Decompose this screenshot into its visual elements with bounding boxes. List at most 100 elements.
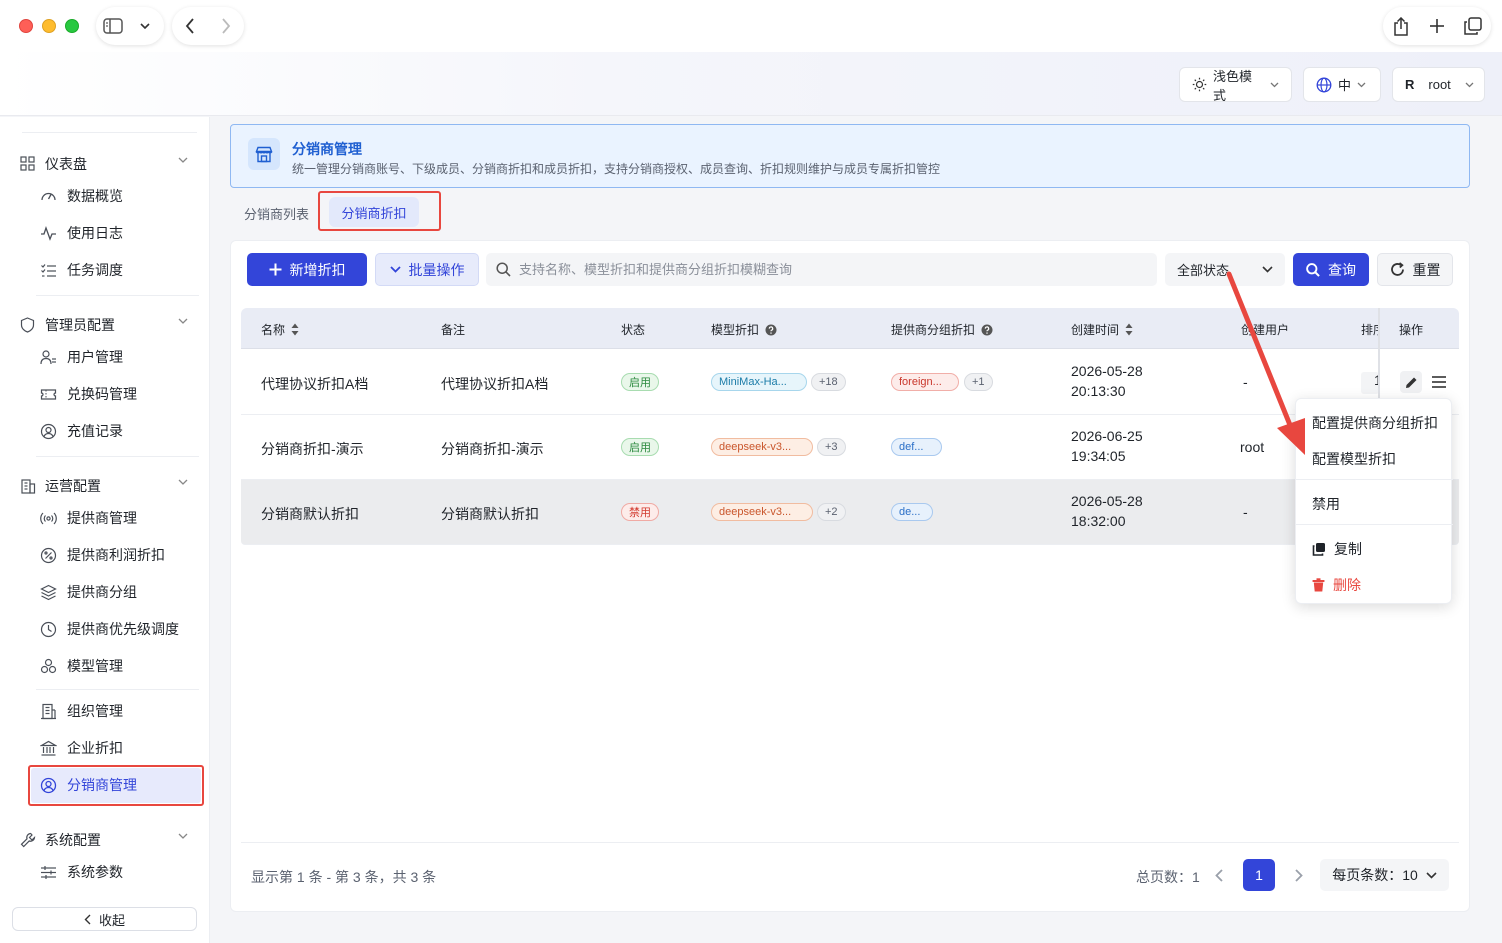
column-header-label: 名称 (261, 323, 286, 337)
sidebar-item-label: 使用日志 (67, 225, 123, 241)
chevron-down-icon (1270, 82, 1279, 88)
help-circle-icon[interactable] (981, 324, 993, 336)
sidebar-item-user-management[interactable]: 用户管理 (40, 345, 200, 369)
sidebar-toggle-icon[interactable] (96, 7, 130, 45)
sidebar-group-operations-config[interactable]: 运营配置 (20, 474, 192, 498)
sidebar-item-provider-profit-discount[interactable]: 提供商利润折扣 (40, 543, 200, 567)
close-window-button[interactable] (19, 19, 33, 33)
more-menu-icon[interactable] (1428, 371, 1450, 393)
grid-icon (20, 155, 37, 173)
window-actions-group (1383, 7, 1491, 45)
sidebar-item-provider-management[interactable]: 提供商管理 (40, 506, 200, 530)
add-discount-button[interactable]: 新增折扣 (247, 253, 367, 286)
plus-icon (269, 263, 282, 276)
forward-arrow-icon[interactable] (208, 7, 244, 45)
column-header-model-discount: 模型折扣 (711, 321, 777, 338)
reset-button[interactable]: 重置 (1377, 253, 1453, 286)
status-filter-select[interactable]: 全部状态 (1165, 253, 1285, 286)
row-created-date: 2026-06-25 (1071, 428, 1143, 444)
sidebar-item-organization-management[interactable]: 组织管理 (40, 699, 200, 723)
model-discount-tag[interactable]: deepseek-v3... (711, 438, 813, 456)
column-header-label: 创建用户 (1241, 323, 1290, 337)
column-header-name[interactable]: 名称 (261, 321, 299, 338)
menu-item-config-group-discount[interactable]: 配置提供商分组折扣 (1312, 413, 1438, 433)
sidebar-item-system-parameters[interactable]: 系统参数 (40, 860, 200, 884)
chevron-down-icon (178, 318, 188, 324)
model-discount-more-tag[interactable]: +18 (811, 373, 846, 391)
sliders-icon (40, 864, 57, 881)
sidebar-item-data-overview[interactable]: 数据概览 (40, 184, 200, 208)
model-discount-tag[interactable]: deepseek-v3... (711, 503, 813, 521)
sidebar-collapse-button[interactable]: 收起 (12, 907, 197, 931)
row-name: 分销商折扣-演示 (261, 441, 364, 457)
sidebar-item-recharge-records[interactable]: 充值记录 (40, 419, 200, 443)
sidebar-group-admin-config[interactable]: 管理员配置 (20, 313, 192, 337)
chevron-down-icon[interactable] (130, 7, 160, 45)
pagination-info: 显示第 1 条 - 第 3 条，共 3 条 (251, 869, 437, 885)
chevron-down-icon (178, 157, 188, 163)
sort-icon[interactable] (1125, 323, 1133, 336)
group-discount-tag[interactable]: def... (891, 438, 942, 456)
share-icon[interactable] (1383, 7, 1419, 45)
model-discount-more-tag[interactable]: +2 (817, 503, 846, 521)
sidebar-item-label: 数据概览 (67, 188, 123, 204)
store-icon (248, 138, 280, 170)
app-header: 浅色模式 中 R root (0, 52, 1502, 116)
model-discount-tag[interactable]: MiniMax-Ha... (711, 373, 807, 391)
language-switch[interactable]: 中 (1303, 67, 1381, 102)
sidebar-divider (36, 295, 199, 296)
column-header-actions: 操作 (1399, 321, 1423, 338)
group-discount-tag[interactable]: de... (891, 503, 933, 521)
help-circle-icon[interactable] (765, 324, 777, 336)
batch-operations-button[interactable]: 批量操作 (375, 253, 479, 286)
layers-icon (40, 584, 57, 601)
sidebar-item-label: 任务调度 (67, 262, 123, 278)
add-discount-label: 新增折扣 (289, 261, 346, 278)
sidebar-item-provider-priority-scheduling[interactable]: 提供商优先级调度 (40, 617, 200, 641)
model-discount-more-tag[interactable]: +3 (817, 438, 846, 456)
back-arrow-icon[interactable] (172, 7, 208, 45)
menu-item-config-model-discount[interactable]: 配置模型折扣 (1312, 449, 1396, 469)
sidebar-group-dashboard[interactable]: 仪表盘 (20, 152, 192, 176)
bank-icon (40, 740, 57, 757)
user-name: root (1428, 77, 1451, 92)
next-page-button[interactable] (1285, 861, 1313, 889)
sidebar-group-system-config[interactable]: 系统配置 (20, 828, 192, 852)
sidebar-item-enterprise-discount[interactable]: 企业折扣 (40, 736, 200, 760)
prev-page-button[interactable] (1205, 861, 1233, 889)
sort-icon[interactable] (291, 323, 299, 336)
theme-switch[interactable]: 浅色模式 (1179, 67, 1292, 103)
tab-overview-icon[interactable] (1455, 7, 1491, 45)
new-tab-plus-icon[interactable] (1419, 7, 1455, 45)
zoom-window-button[interactable] (65, 19, 79, 33)
sidebar-item-model-management[interactable]: 模型管理 (40, 654, 200, 678)
column-header-created-at[interactable]: 创建时间 (1071, 321, 1133, 338)
edit-pencil-icon[interactable] (1400, 371, 1422, 393)
minimize-window-button[interactable] (42, 19, 56, 33)
group-discount-tag[interactable]: foreign... (891, 373, 959, 391)
menu-item-copy[interactable]: 复制 (1312, 539, 1362, 559)
user-circle-icon (40, 423, 57, 440)
menu-item-disable[interactable]: 禁用 (1312, 494, 1340, 514)
highlight-annotation-box (28, 765, 204, 806)
page-size-select[interactable]: 每页条数：10 (1320, 859, 1449, 891)
sidebar-item-task-scheduling[interactable]: 任务调度 (40, 258, 200, 282)
sidebar-item-label: 充值记录 (67, 423, 123, 439)
sidebar-item-redeem-code-management[interactable]: 兑换码管理 (40, 382, 200, 406)
query-button[interactable]: 查询 (1293, 253, 1369, 286)
highlight-annotation-box (318, 191, 441, 231)
sidebar-item-provider-groups[interactable]: 提供商分组 (40, 580, 200, 604)
checklist-icon (40, 262, 57, 279)
sidebar-item-usage-logs[interactable]: 使用日志 (40, 221, 200, 245)
theme-label: 浅色模式 (1213, 68, 1253, 103)
tab-distributor-list[interactable]: 分销商列表 (244, 204, 309, 223)
chevron-down-icon (389, 266, 401, 273)
menu-item-delete[interactable]: 删除 (1312, 575, 1361, 595)
page-button-current[interactable]: 1 (1243, 859, 1275, 891)
sidebar-group-label: 系统配置 (45, 832, 101, 848)
user-menu[interactable]: R root (1392, 67, 1485, 102)
sidebar-item-label: 企业折扣 (67, 740, 123, 756)
group-discount-more-tag[interactable]: +1 (964, 373, 993, 391)
row-sort-value[interactable]: 1 (1361, 372, 1379, 394)
search-input[interactable] (519, 262, 1139, 277)
